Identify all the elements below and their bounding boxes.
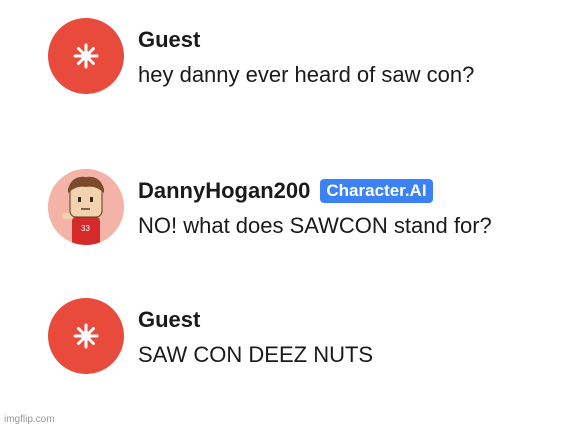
chat-message: 33 DannyHogan200 Character.AI NO! what d… [48,169,568,249]
sparkle-icon [73,323,99,349]
chat-message: Guest SAW CON DEEZ NUTS [48,298,568,378]
message-header: DannyHogan200 Character.AI [138,177,433,205]
watermark: imgflip.com [4,414,55,425]
avatar[interactable] [48,298,124,374]
message-text: SAW CON DEEZ NUTS [138,342,374,367]
sparkle-icon [73,43,99,69]
character-ai-badge: Character.AI [320,179,433,203]
chat-message: Guest hey danny ever heard of saw con? [48,18,568,98]
message-text: hey danny ever heard of saw con? [138,62,475,87]
message-header: Guest [138,26,200,54]
chat-thread: Guest hey danny ever heard of saw con? 3… [0,0,581,430]
message-header: Guest [138,306,200,334]
sender-name[interactable]: DannyHogan200 [138,178,310,204]
sender-name[interactable]: Guest [138,307,200,333]
svg-text:33: 33 [81,224,90,233]
avatar[interactable] [48,18,124,94]
character-avatar-icon: 33 [48,169,124,245]
sender-name[interactable]: Guest [138,27,200,53]
message-text: NO! what does SAWCON stand for? [138,213,492,238]
avatar[interactable]: 33 [48,169,124,245]
